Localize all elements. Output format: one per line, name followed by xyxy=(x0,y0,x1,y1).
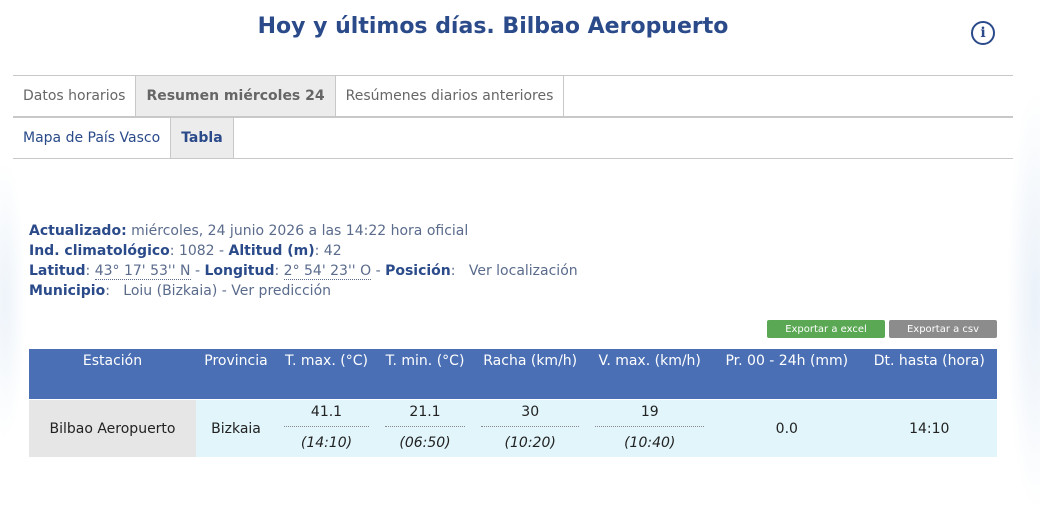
municipio-label: Municipio xyxy=(29,283,106,299)
tab-resumen[interactable]: Resumen miércoles 24 xyxy=(136,76,336,116)
cell-vmax: 19 (10:40) xyxy=(587,400,713,457)
page-title: Hoy y últimos días. Bilbao Aeropuerto xyxy=(257,14,729,39)
municipio-value: Loiu (Bizkaia) xyxy=(123,283,218,299)
header-precip: Pr. 00 - 24h (mm) xyxy=(712,349,862,399)
header-provincia: Provincia xyxy=(196,349,276,399)
cell-precip: 0.0 xyxy=(712,400,862,457)
updated-line: Actualizado: miércoles, 24 junio 2026 a … xyxy=(29,221,578,241)
export-csv-button[interactable]: Exportar a csv xyxy=(889,320,997,338)
cell-station: Bilbao Aeropuerto xyxy=(29,400,196,457)
table-header-row: Estación Provincia T. max. (°C) T. min. … xyxy=(29,349,997,399)
lon-value: 2° 54' 23'' O xyxy=(283,263,372,280)
lat-value: 43° 17' 53'' N xyxy=(94,263,191,280)
header-estacion: Estación xyxy=(29,349,196,399)
header-tmin: T. min. (°C) xyxy=(377,349,474,399)
tmin-value: 21.1 xyxy=(409,404,441,420)
updated-label: Actualizado: xyxy=(29,223,127,239)
header-vmax: V. max. (km/h) xyxy=(587,349,713,399)
cell-until: 14:10 xyxy=(861,400,997,457)
municipio-line: Municipio: Loiu (Bizkaia) - Ver predicci… xyxy=(29,283,332,299)
climat-label: Ind. climatológico xyxy=(29,243,170,259)
lon-label: Longitud xyxy=(204,263,275,279)
primary-tabs: Datos horarios Resumen miércoles 24 Resú… xyxy=(13,75,1013,117)
secondary-tabs: Mapa de País Vasco Tabla xyxy=(13,117,1013,159)
header-tmax: T. max. (°C) xyxy=(276,349,378,399)
cell-tmax: 41.1 (14:10) xyxy=(276,400,378,457)
gust-value: 30 xyxy=(521,404,540,420)
header-racha: Racha (km/h) xyxy=(473,349,588,399)
tab-resumenes-anteriores[interactable]: Resúmenes diarios anteriores xyxy=(335,76,565,116)
position-link[interactable]: Ver localización xyxy=(469,263,578,279)
station-metadata: Actualizado: miércoles, 24 junio 2026 a … xyxy=(29,221,578,301)
climat-line: Ind. climatológico: 1082 - Altitud (m): … xyxy=(29,241,578,261)
info-icon[interactable]: i xyxy=(971,21,995,45)
tab-tabla[interactable]: Tabla xyxy=(171,118,234,158)
tab-mapa[interactable]: Mapa de País Vasco xyxy=(13,118,172,158)
vmax-time: (10:40) xyxy=(624,435,676,451)
tmin-time: (06:50) xyxy=(399,435,451,451)
tab-datos-horarios[interactable]: Datos horarios xyxy=(13,76,137,116)
vmax-value: 19 xyxy=(640,404,659,420)
climat-value: : 1082 - xyxy=(169,243,229,259)
export-excel-button[interactable]: Exportar a excel xyxy=(767,320,885,338)
summary-table: Estación Provincia T. max. (°C) T. min. … xyxy=(29,349,997,457)
tmax-time: (14:10) xyxy=(300,435,353,451)
tmax-value: 41.1 xyxy=(310,404,343,420)
cell-tmin: 21.1 (06:50) xyxy=(377,400,474,457)
altitude-label: Altitud (m) xyxy=(228,243,315,259)
lat-label: Latitud xyxy=(29,263,86,279)
cell-gust: 30 (10:20) xyxy=(473,400,588,457)
altitude-value: : 42 xyxy=(314,243,342,259)
gust-time: (10:20) xyxy=(504,435,556,451)
prediction-link[interactable]: Ver predicción xyxy=(231,283,331,299)
header-hasta: Dt. hasta (hora) xyxy=(861,349,997,399)
cell-province: Bizkaia xyxy=(196,400,276,457)
position-label: Posición xyxy=(385,263,451,279)
updated-value: miércoles, 24 junio 2026 a las 14:22 hor… xyxy=(126,223,469,239)
coords-line: Latitud: 43° 17' 53'' N - Longitud: 2° 5… xyxy=(29,263,578,280)
table-row: Bilbao Aeropuerto Bizkaia 41.1 (14:10) 2… xyxy=(29,400,997,457)
